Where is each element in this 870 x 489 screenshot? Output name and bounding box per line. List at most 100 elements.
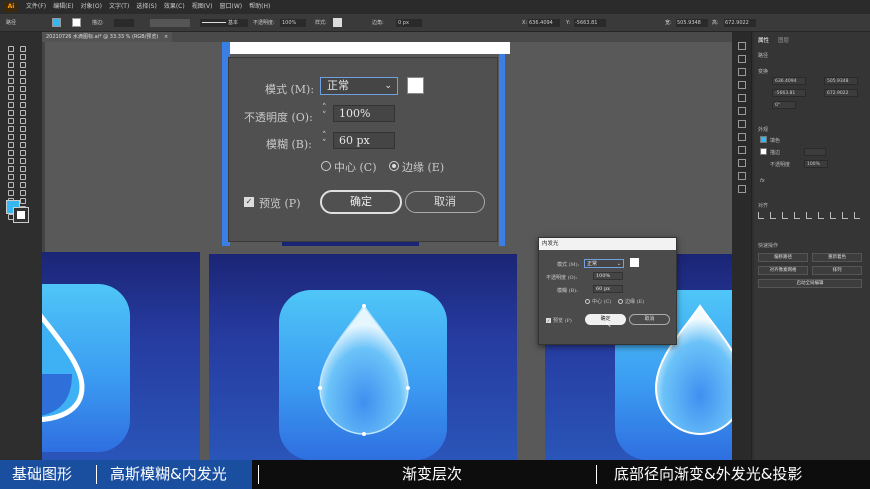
rotate-angle-field[interactable]: 0°: [772, 101, 796, 109]
w-field[interactable]: 505.9348: [676, 19, 708, 27]
close-tab-icon[interactable]: ×: [164, 34, 168, 40]
global-edit-button[interactable]: 启动全局编辑: [758, 279, 862, 288]
align-icon[interactable]: [854, 212, 860, 219]
panel-icon[interactable]: [738, 81, 746, 89]
mode-select[interactable]: 正常 ⌄: [320, 77, 398, 95]
tool-icon[interactable]: [8, 126, 14, 132]
recolor-button[interactable]: 重新着色: [812, 253, 862, 262]
tool-icon[interactable]: [20, 54, 26, 60]
cancel-button[interactable]: 取消: [405, 191, 485, 213]
transform-w-field[interactable]: 505.9348: [824, 77, 858, 85]
mode-select[interactable]: 正常 ⌄: [584, 259, 624, 268]
tool-icon[interactable]: [20, 86, 26, 92]
tool-icon[interactable]: [20, 182, 26, 188]
stroke-style-field[interactable]: 基本: [200, 19, 248, 27]
tool-icon[interactable]: [8, 78, 14, 84]
tool-icon[interactable]: [20, 190, 26, 196]
corner-field[interactable]: 0 px: [396, 19, 422, 27]
menu-item[interactable]: 视图(V): [192, 0, 213, 14]
panel-icon[interactable]: [738, 185, 746, 193]
x-field[interactable]: 636.4094: [528, 19, 560, 27]
tool-icon[interactable]: [20, 46, 26, 52]
variable-width-field[interactable]: [150, 19, 190, 27]
tool-icon[interactable]: [8, 166, 14, 172]
h-field[interactable]: 672.9022: [724, 19, 756, 27]
tool-icon[interactable]: [20, 198, 26, 204]
menu-item[interactable]: 对象(O): [81, 0, 102, 14]
center-radio[interactable]: [321, 161, 331, 171]
panel-icon[interactable]: [738, 68, 746, 76]
transform-x-field[interactable]: 636.4094: [772, 77, 806, 85]
tool-icon[interactable]: [8, 46, 14, 52]
tool-icon[interactable]: [20, 134, 26, 140]
tool-icon[interactable]: [20, 142, 26, 148]
panel-icon[interactable]: [738, 172, 746, 180]
tab-properties[interactable]: 属性: [758, 36, 769, 44]
menu-item[interactable]: 效果(C): [164, 0, 185, 14]
panel-icon[interactable]: [738, 55, 746, 63]
stroke-color-swatch[interactable]: [72, 18, 81, 27]
tool-icon[interactable]: [20, 126, 26, 132]
align-pixel-grid-button[interactable]: 对齐像素网格: [758, 266, 808, 275]
align-icon[interactable]: [770, 212, 776, 219]
tool-icon[interactable]: [8, 62, 14, 68]
panel-icon[interactable]: [738, 120, 746, 128]
tool-icon[interactable]: [8, 158, 14, 164]
panel-icon[interactable]: [738, 42, 746, 50]
tool-icon[interactable]: [8, 102, 14, 108]
align-icon[interactable]: [782, 212, 788, 219]
opacity-field[interactable]: 100%: [804, 160, 828, 168]
menu-item[interactable]: 编辑(E): [53, 0, 73, 14]
panel-icon[interactable]: [738, 94, 746, 102]
tool-icon[interactable]: [20, 174, 26, 180]
preview-checkbox[interactable]: ✓: [546, 318, 551, 323]
glow-color-swatch[interactable]: [407, 77, 424, 94]
stroke-weight-field[interactable]: [114, 19, 134, 27]
tool-icon[interactable]: [8, 134, 14, 140]
tab-layers[interactable]: 图层: [778, 36, 789, 44]
tool-icon[interactable]: [8, 174, 14, 180]
document-tab[interactable]: 20210726 水滴图标.ai* @ 33.33 % (RGB/预览) ×: [42, 32, 173, 42]
tool-icon[interactable]: [8, 54, 14, 60]
tool-icon[interactable]: [8, 118, 14, 124]
style-swatch[interactable]: [333, 18, 342, 27]
fx-label[interactable]: fx: [760, 178, 765, 184]
menu-item[interactable]: 文件(F): [26, 0, 46, 14]
blur-field[interactable]: 60 px: [333, 132, 395, 149]
panel-icon[interactable]: [738, 133, 746, 141]
tool-icon[interactable]: [8, 94, 14, 100]
tool-icon[interactable]: [20, 118, 26, 124]
tool-icon[interactable]: [8, 190, 14, 196]
dialog-titlebar[interactable]: 内发光: [539, 238, 676, 250]
edge-radio[interactable]: [618, 299, 623, 304]
tool-icon[interactable]: [20, 62, 26, 68]
tool-icon[interactable]: [20, 78, 26, 84]
tool-icon[interactable]: [8, 86, 14, 92]
menu-item[interactable]: 帮助(H): [249, 0, 270, 14]
panel-icon[interactable]: [738, 107, 746, 115]
tool-icon[interactable]: [20, 70, 26, 76]
transform-y-field[interactable]: -5663.81: [772, 89, 806, 97]
y-field[interactable]: -5663.81: [574, 19, 606, 27]
toolbar-stroke-swatch[interactable]: [13, 207, 29, 223]
opacity-field[interactable]: 100%: [333, 105, 395, 122]
tool-icon[interactable]: [8, 142, 14, 148]
blur-field[interactable]: 60 px: [593, 285, 623, 293]
opacity-field[interactable]: 100%: [280, 19, 306, 27]
transform-h-field[interactable]: 672.9022: [824, 89, 858, 97]
stroke-weight-field[interactable]: [804, 148, 826, 156]
tool-icon[interactable]: [8, 110, 14, 116]
edge-radio[interactable]: [389, 161, 399, 171]
ok-button[interactable]: 确定: [320, 190, 402, 214]
tool-icon[interactable]: [20, 94, 26, 100]
canvas-area[interactable]: 模式 (M): 正常 ⌄ 不透明度 (O): ˄ ˅ 100% 模糊 (B): ˄…: [42, 42, 732, 460]
opacity-stepper-icon[interactable]: ˄ ˅: [322, 104, 327, 121]
blur-stepper-icon[interactable]: ˄ ˅: [322, 132, 327, 149]
tool-icon[interactable]: [8, 182, 14, 188]
menu-item[interactable]: 窗口(W): [219, 0, 242, 14]
tool-icon[interactable]: [20, 102, 26, 108]
offset-path-button[interactable]: 偏移路径: [758, 253, 808, 262]
glow-color-swatch[interactable]: [630, 258, 639, 267]
tool-icon[interactable]: [20, 166, 26, 172]
center-radio[interactable]: [585, 299, 590, 304]
